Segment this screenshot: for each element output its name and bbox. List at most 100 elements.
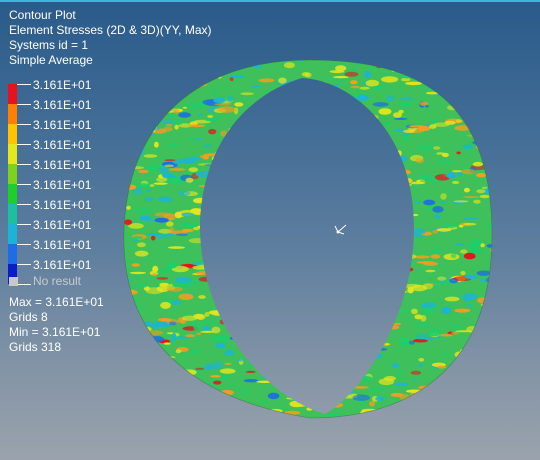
contour-spot — [346, 344, 356, 350]
contour-spot — [192, 265, 209, 270]
contour-spot — [278, 353, 288, 360]
contour-spot — [169, 321, 177, 326]
contour-spot — [192, 65, 211, 73]
legend-value-label: 3.161E+01 — [33, 258, 92, 272]
contour-spot — [175, 349, 182, 354]
contour-spot — [432, 206, 444, 213]
contour-spot — [216, 116, 224, 120]
contour-spot — [214, 216, 228, 224]
contour-spot — [344, 382, 352, 386]
contour-spot — [205, 399, 221, 402]
contour-spot — [214, 103, 232, 106]
contour-spot — [193, 313, 204, 319]
contour-spot — [263, 346, 279, 349]
contour-spot — [336, 362, 354, 366]
contour-spot — [391, 171, 396, 176]
contour-spot — [179, 404, 196, 408]
contour-spot — [470, 248, 485, 255]
contour-spot — [303, 301, 311, 306]
contour-spot — [353, 185, 360, 189]
contour-spot — [415, 68, 424, 76]
contour-spot — [340, 133, 353, 140]
contour-spot — [328, 132, 341, 138]
contour-spot — [430, 248, 442, 253]
contour-spot — [296, 366, 309, 373]
contour-spot — [402, 134, 410, 141]
contour-spot — [157, 196, 173, 203]
contour-spot — [349, 140, 365, 146]
contour-spot — [356, 291, 362, 294]
contour-spot — [162, 388, 171, 392]
contour-spot — [468, 412, 479, 416]
contour-spot — [488, 64, 492, 69]
contour-spot — [397, 369, 402, 376]
contour-spot — [241, 305, 256, 309]
contour-spot — [131, 263, 140, 267]
contour-spot — [414, 395, 428, 402]
contour-spot — [230, 201, 236, 208]
legend-value-label: 3.161E+01 — [33, 198, 92, 212]
contour-spot — [428, 70, 443, 75]
contour-spot — [413, 378, 419, 382]
contour-spot — [166, 143, 179, 147]
contour-spot — [283, 135, 300, 139]
contour-spot — [168, 246, 185, 249]
contour-legend[interactable]: 3.161E+01 3.161E+01 3.161E+01 3.161E+01 3.16… — [7, 78, 127, 285]
contour-spot — [335, 259, 347, 263]
contour-spot — [138, 96, 149, 101]
contour-spot — [388, 163, 399, 170]
contour-spot — [226, 307, 244, 312]
contour-spot — [143, 60, 155, 66]
contour-spot — [236, 240, 252, 247]
contour-spot — [300, 372, 317, 376]
contour-spot — [297, 106, 311, 111]
contour-spot — [214, 162, 224, 167]
contour-spot — [137, 169, 149, 174]
contour-spot — [305, 288, 310, 291]
contour-spot — [428, 419, 442, 424]
contour-spot — [315, 192, 329, 198]
graphics-viewport[interactable]: Contour Plot Element Stresses (2D & 3D)(… — [0, 0, 540, 460]
contour-spot — [275, 161, 286, 165]
contour-spot — [211, 156, 219, 161]
contour-spot — [312, 176, 327, 181]
contour-spot — [200, 60, 216, 64]
contour-spot — [489, 60, 492, 62]
contour-spot — [208, 223, 219, 227]
contour-spot — [476, 270, 491, 276]
contour-spot — [207, 258, 222, 262]
contour-spot — [387, 206, 397, 210]
contour-spot — [359, 241, 376, 245]
contour-spot — [285, 375, 298, 380]
contour-spot — [146, 78, 153, 83]
contour-spot — [284, 243, 301, 249]
contour-spot — [198, 295, 206, 299]
legend-tick — [17, 84, 31, 85]
contour-spot — [323, 368, 329, 372]
contour-spot — [263, 251, 281, 255]
contour-spot — [408, 416, 418, 418]
contour-spot — [322, 174, 329, 181]
contour-spot — [386, 278, 394, 284]
contour-spot — [476, 332, 492, 337]
contour-spot — [265, 324, 280, 330]
contour-spot — [219, 221, 225, 225]
contour-spot — [444, 296, 460, 302]
legend-tick — [17, 284, 31, 285]
min-grid-label: Grids 318 — [9, 340, 62, 354]
contour-spot — [144, 81, 161, 84]
contour-spot — [447, 105, 459, 111]
contour-spot — [158, 60, 174, 62]
contour-spot — [180, 374, 192, 379]
contour-spot — [355, 253, 364, 257]
contour-spot — [154, 395, 166, 401]
contour-spot — [167, 262, 178, 269]
legend-value-label: 3.161E+01 — [33, 138, 92, 152]
contour-spot — [388, 325, 400, 330]
contour-spot — [284, 410, 301, 415]
contour-spot — [451, 170, 462, 173]
contour-spot — [418, 363, 423, 368]
contour-spot — [239, 280, 245, 287]
contour-spot — [227, 53, 241, 57]
contour-spot — [356, 124, 362, 128]
